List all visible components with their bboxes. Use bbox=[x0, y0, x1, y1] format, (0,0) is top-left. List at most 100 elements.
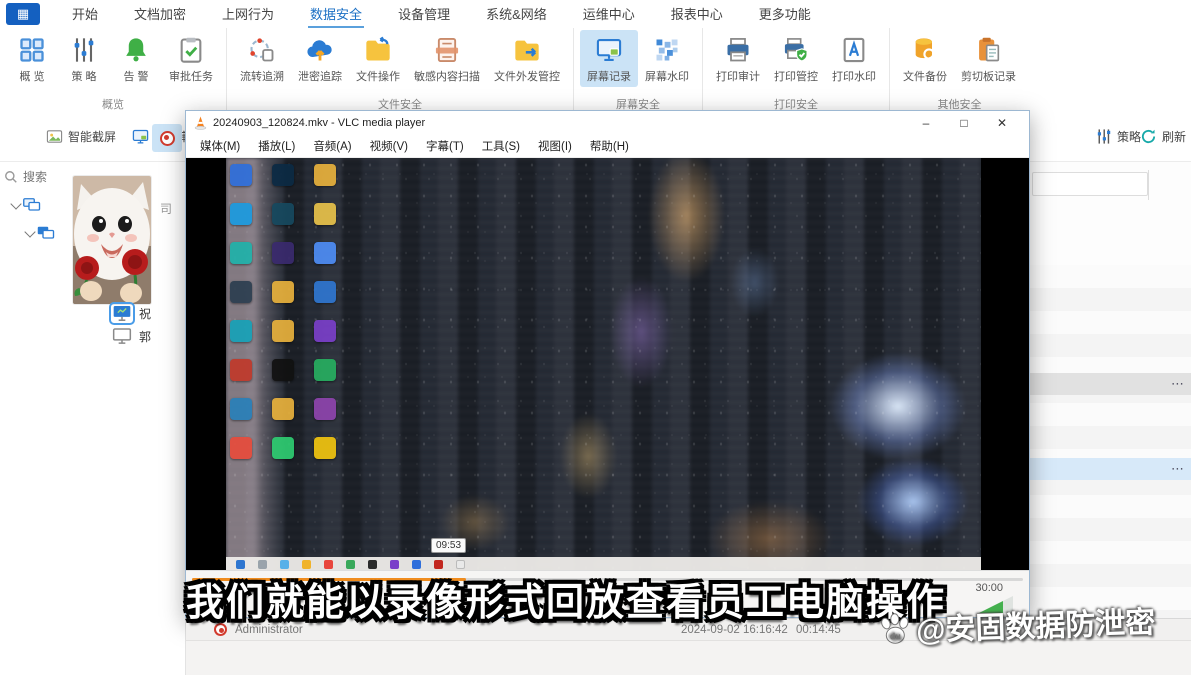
vlc-menu-video[interactable]: 视频(V) bbox=[362, 138, 416, 154]
filter-input[interactable] bbox=[1032, 172, 1148, 196]
print-watermark-button[interactable]: 打印水印 bbox=[825, 30, 883, 87]
button-label: 打印审计 bbox=[716, 68, 760, 84]
ribbon-group-screen-security: 屏幕记录 屏幕水印 屏幕安全 bbox=[574, 28, 703, 116]
button-label: 告 警 bbox=[123, 68, 148, 84]
monitor-audit-icon bbox=[132, 128, 149, 145]
sliders-small-icon bbox=[1095, 128, 1112, 145]
file-outgoing-control-button[interactable]: 文件外发管控 bbox=[487, 30, 567, 87]
row-menu-icon[interactable]: ⋯ bbox=[1171, 376, 1185, 392]
sliders-icon bbox=[69, 35, 99, 65]
button-label: 文件备份 bbox=[903, 68, 947, 84]
maximize-button[interactable]: □ bbox=[945, 111, 983, 135]
tab-device-mgmt[interactable]: 设备管理 bbox=[380, 0, 468, 29]
tree-node-group[interactable] bbox=[26, 226, 55, 241]
folder-out-icon bbox=[512, 35, 542, 65]
tree-leaf-user[interactable]: 祝 bbox=[112, 305, 151, 322]
vlc-window: 20240903_120824.mkv - VLC media player –… bbox=[185, 110, 1030, 618]
refresh-button[interactable]: 刷新 bbox=[1140, 128, 1186, 145]
mosaic-icon bbox=[652, 35, 682, 65]
doc-scan-icon bbox=[432, 35, 462, 65]
chevron-down-icon bbox=[24, 226, 35, 237]
recorded-desktop-icons bbox=[230, 164, 358, 459]
tree-leaf-user[interactable]: 郭 bbox=[112, 328, 151, 345]
app-logo-glyph: ▦ bbox=[17, 6, 29, 22]
approval-tasks-button[interactable]: 审批任务 bbox=[162, 30, 220, 87]
recorded-desktop-taskbar bbox=[226, 557, 981, 570]
smart-capture-button[interactable]: 智能截屏 bbox=[46, 128, 116, 145]
vlc-video-area[interactable]: 09:53 bbox=[186, 158, 1029, 570]
policy-button[interactable]: 策 略 bbox=[58, 30, 110, 87]
tab-report-center[interactable]: 报表中心 bbox=[653, 0, 741, 29]
tab-home[interactable]: 开始 bbox=[54, 0, 116, 29]
clipboard-check-icon bbox=[176, 35, 206, 65]
svg-text:du: du bbox=[890, 631, 901, 641]
record-toggle-button[interactable] bbox=[152, 124, 182, 152]
monitor-record-icon bbox=[594, 35, 624, 65]
vlc-menu-playback[interactable]: 播放(L) bbox=[250, 138, 303, 154]
search-icon bbox=[4, 170, 18, 184]
cycle-trace-icon bbox=[247, 35, 277, 65]
table-row-selected[interactable]: ⋯ bbox=[1030, 373, 1191, 395]
table-row-highlight[interactable]: ⋯ bbox=[1030, 458, 1191, 480]
sensitive-scan-button[interactable]: 敏感内容扫描 bbox=[407, 30, 487, 87]
folder-return-icon bbox=[363, 35, 393, 65]
tab-data-security[interactable]: 数据安全 bbox=[292, 0, 380, 29]
ribbon-group-overview: 概 览 策 略 告 警 审批任务 概览 bbox=[0, 28, 227, 116]
tab-system-network[interactable]: 系统&网络 bbox=[468, 0, 565, 29]
row-menu-icon[interactable]: ⋯ bbox=[1171, 461, 1185, 477]
app-logo[interactable]: ▦ bbox=[6, 3, 40, 25]
computers-icon bbox=[37, 226, 55, 241]
smart-capture-label: 智能截屏 bbox=[68, 128, 116, 145]
close-button[interactable]: ✕ bbox=[983, 111, 1021, 135]
clipboard-record-button[interactable]: 剪切板记录 bbox=[954, 30, 1023, 87]
button-label: 审批任务 bbox=[169, 68, 213, 84]
file-operations-button[interactable]: 文件操作 bbox=[349, 30, 407, 87]
tab-doc-encryption[interactable]: 文档加密 bbox=[116, 0, 204, 29]
monitor-selected-icon bbox=[112, 305, 132, 322]
app-menubar: ▦ 开始 文档加密 上网行为 数据安全 设备管理 系统&网络 运维中心 报表中心… bbox=[0, 0, 1191, 28]
watermark-text: @安固数据防泄密 bbox=[915, 597, 1156, 649]
minimize-button[interactable]: – bbox=[907, 111, 945, 135]
vlc-menu-subtitle[interactable]: 字幕(T) bbox=[418, 138, 472, 154]
printer-icon bbox=[723, 35, 753, 65]
vlc-menu-media[interactable]: 媒体(M) bbox=[192, 138, 248, 154]
vlc-menu-help[interactable]: 帮助(H) bbox=[582, 138, 637, 154]
flow-trace-button[interactable]: 流转追溯 bbox=[233, 30, 291, 87]
tab-web-behavior[interactable]: 上网行为 bbox=[204, 0, 292, 29]
tree-node-root[interactable] bbox=[12, 198, 41, 213]
footer-strip bbox=[186, 640, 1191, 675]
button-label: 文件操作 bbox=[356, 68, 400, 84]
button-label: 概 览 bbox=[19, 68, 44, 84]
screen-record-button[interactable]: 屏幕记录 bbox=[580, 30, 638, 87]
vlc-menu-tools[interactable]: 工具(S) bbox=[474, 138, 528, 154]
button-label: 策 略 bbox=[71, 68, 96, 84]
vlc-menu-audio[interactable]: 音频(A) bbox=[305, 138, 359, 154]
tab-ops-center[interactable]: 运维中心 bbox=[565, 0, 653, 29]
button-label: 流转追溯 bbox=[240, 68, 284, 84]
leak-track-button[interactable]: 泄密追踪 bbox=[291, 30, 349, 87]
button-label: 文件外发管控 bbox=[494, 68, 560, 84]
vlc-title-bar[interactable]: 20240903_120824.mkv - VLC media player –… bbox=[186, 111, 1029, 135]
print-control-button[interactable]: 打印管控 bbox=[767, 30, 825, 87]
print-audit-button[interactable]: 打印审计 bbox=[709, 30, 767, 87]
monitor-offline-icon bbox=[112, 328, 132, 345]
vlc-menu-view[interactable]: 视图(I) bbox=[530, 138, 580, 154]
alert-button[interactable]: 告 警 bbox=[110, 30, 162, 87]
left-tree-panel: 司 bbox=[0, 162, 186, 675]
policy-quick-button[interactable]: 策略 bbox=[1095, 128, 1141, 145]
table-rows bbox=[1030, 265, 1191, 640]
button-label: 屏幕水印 bbox=[645, 68, 689, 84]
overview-button[interactable]: 概 览 bbox=[6, 30, 58, 87]
bell-icon bbox=[121, 35, 151, 65]
button-label: 泄密追踪 bbox=[298, 68, 342, 84]
refresh-label: 刷新 bbox=[1162, 128, 1186, 145]
screen-watermark-button[interactable]: 屏幕水印 bbox=[638, 30, 696, 87]
chevron-down-icon bbox=[10, 198, 21, 209]
column-divider bbox=[1148, 170, 1149, 200]
tab-more[interactable]: 更多功能 bbox=[741, 0, 829, 29]
ribbon-group-print-security: 打印审计 打印管控 打印水印 打印安全 bbox=[703, 28, 890, 116]
tree-leaf-label: 郭 bbox=[139, 328, 151, 345]
paw-icon: du bbox=[877, 611, 912, 646]
file-backup-button[interactable]: 文件备份 bbox=[896, 30, 954, 87]
video-frame: 09:53 bbox=[226, 158, 981, 570]
